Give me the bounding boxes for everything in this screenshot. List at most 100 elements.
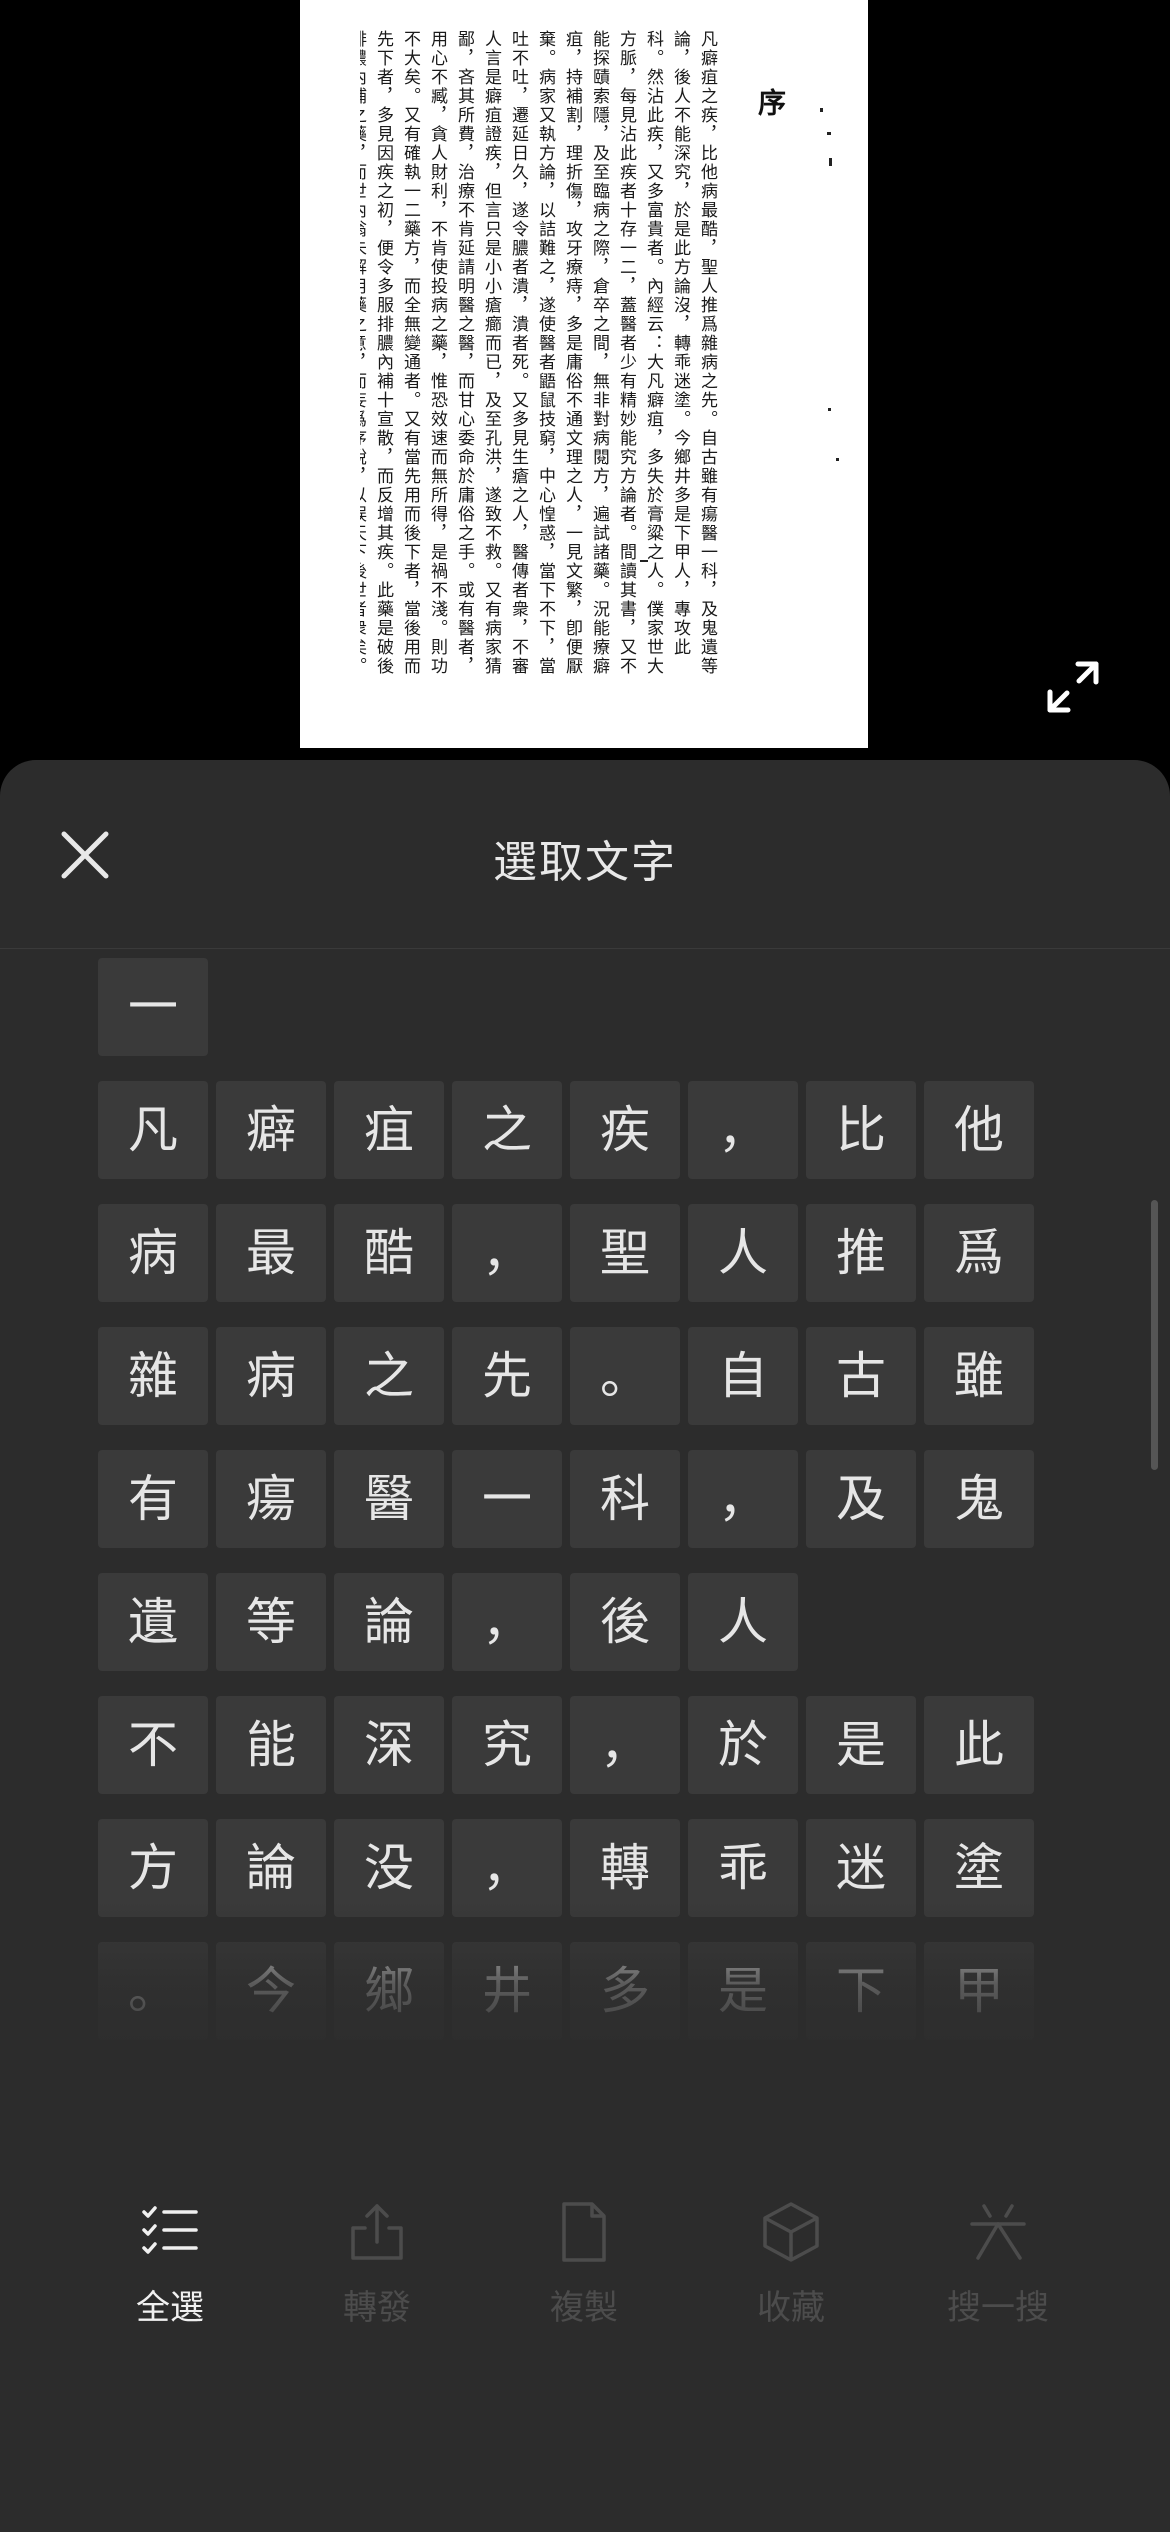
- character-cell[interactable]: 乖: [688, 1819, 798, 1917]
- document-page-image: 序 凡癖疽之疾，比他病最酷，聖人推爲雜病之先。自古雖有瘍醫一科，及鬼遺等論，後人…: [300, 0, 868, 748]
- sheet-title: 選取文字: [493, 837, 677, 888]
- character-cell[interactable]: 没: [334, 1819, 444, 1917]
- character-cell[interactable]: 古: [806, 1327, 916, 1425]
- select-text-sheet: 選取文字 一凡癖疽之疾，比他病最酷，聖人推爲雜病之先。自古雖有瘍醫一科，及鬼遺等…: [0, 760, 1170, 2532]
- character-cell[interactable]: 之: [334, 1327, 444, 1425]
- character-row: 不能深究，於是此: [98, 1696, 1088, 1794]
- image-preview[interactable]: 序 凡癖疽之疾，比他病最酷，聖人推爲雜病之先。自古雖有瘍醫一科，及鬼遺等論，後人…: [0, 0, 1170, 760]
- character-cell[interactable]: 。: [570, 1327, 680, 1425]
- character-row: 凡癖疽之疾，比他: [98, 1081, 1088, 1179]
- page-mark: [640, 560, 648, 562]
- character-cell[interactable]: 轉: [570, 1819, 680, 1917]
- character-cell[interactable]: 他: [924, 1081, 1034, 1179]
- character-cell[interactable]: 不: [98, 1696, 208, 1794]
- character-cell[interactable]: 遺: [98, 1573, 208, 1671]
- expand-icon[interactable]: [1044, 658, 1102, 716]
- character-cell[interactable]: 等: [216, 1573, 326, 1671]
- search-button[interactable]: 搜一搜: [898, 2200, 1098, 2390]
- character-cell[interactable]: 人: [688, 1204, 798, 1302]
- favorite-button[interactable]: 收藏: [691, 2200, 891, 2390]
- character-cell[interactable]: 凡: [98, 1081, 208, 1179]
- character-cell[interactable]: ，: [452, 1573, 562, 1671]
- character-cell[interactable]: 下: [806, 1942, 916, 2040]
- character-cell[interactable]: 方: [98, 1819, 208, 1917]
- character-cell[interactable]: ，: [452, 1819, 562, 1917]
- select-all-button[interactable]: 全選: [70, 2200, 270, 2390]
- character-cell[interactable]: 能: [216, 1696, 326, 1794]
- character-cell[interactable]: 最: [216, 1204, 326, 1302]
- character-cell[interactable]: ，: [688, 1081, 798, 1179]
- character-cell[interactable]: 聖: [570, 1204, 680, 1302]
- scrollbar[interactable]: [1151, 1200, 1158, 1470]
- character-cell[interactable]: 雜: [98, 1327, 208, 1425]
- action-bar: 全選 轉發 複製 收藏 搜一搜: [0, 2200, 1170, 2400]
- select-all-label: 全選: [136, 2288, 204, 2328]
- character-row: 有瘍醫一科，及鬼: [98, 1450, 1088, 1548]
- character-cell[interactable]: 後: [570, 1573, 680, 1671]
- character-cell[interactable]: ，: [452, 1204, 562, 1302]
- character-cell[interactable]: 甲: [924, 1942, 1034, 2040]
- character-row: 方論没，轉乖迷塗: [98, 1819, 1088, 1917]
- character-cell[interactable]: 論: [334, 1573, 444, 1671]
- character-cell[interactable]: 人: [688, 1573, 798, 1671]
- copy-button[interactable]: 複製: [484, 2200, 684, 2390]
- character-row: 遺等論，後人: [98, 1573, 1088, 1671]
- character-cell[interactable]: 井: [452, 1942, 562, 2040]
- character-cell[interactable]: 深: [334, 1696, 444, 1794]
- character-row: 一: [98, 958, 1088, 1056]
- document-body-text: 凡癖疽之疾，比他病最酷，聖人推爲雜病之先。自古雖有瘍醫一科，及鬼遺等論，後人不能…: [360, 30, 717, 676]
- select-all-icon: [142, 2206, 198, 2254]
- character-cell[interactable]: 鬼: [924, 1450, 1034, 1548]
- character-cell[interactable]: 一: [452, 1450, 562, 1548]
- share-icon: [351, 2204, 403, 2260]
- page-mark: [829, 158, 832, 166]
- character-cell[interactable]: 癖: [216, 1081, 326, 1179]
- character-cell[interactable]: 是: [806, 1696, 916, 1794]
- character-cell[interactable]: 病: [216, 1327, 326, 1425]
- character-cell[interactable]: 。: [98, 1942, 208, 2040]
- character-cell[interactable]: 是: [688, 1942, 798, 2040]
- character-cell[interactable]: 瘍: [216, 1450, 326, 1548]
- character-cell[interactable]: 自: [688, 1327, 798, 1425]
- character-cell[interactable]: 多: [570, 1942, 680, 2040]
- character-cell[interactable]: 於: [688, 1696, 798, 1794]
- character-cell[interactable]: 爲: [924, 1204, 1034, 1302]
- character-cell[interactable]: 一: [98, 958, 208, 1056]
- character-cell[interactable]: 雖: [924, 1327, 1034, 1425]
- page-mark: [820, 108, 823, 112]
- character-cell[interactable]: 疾: [570, 1081, 680, 1179]
- character-cell[interactable]: 有: [98, 1450, 208, 1548]
- character-cell[interactable]: 疽: [334, 1081, 444, 1179]
- character-cell[interactable]: 科: [570, 1450, 680, 1548]
- character-cell[interactable]: ，: [570, 1696, 680, 1794]
- sheet-header: 選取文字: [0, 760, 1170, 949]
- share-label: 轉發: [343, 2288, 411, 2328]
- character-cell[interactable]: 推: [806, 1204, 916, 1302]
- page-mark: [827, 132, 831, 135]
- favorite-icon: [763, 2202, 819, 2262]
- character-row: 雜病之先。自古雖: [98, 1327, 1088, 1425]
- character-cell[interactable]: 論: [216, 1819, 326, 1917]
- character-cell[interactable]: 病: [98, 1204, 208, 1302]
- page-mark: [836, 458, 839, 461]
- character-cell[interactable]: 醫: [334, 1450, 444, 1548]
- character-cell[interactable]: 塗: [924, 1819, 1034, 1917]
- character-cell[interactable]: 之: [452, 1081, 562, 1179]
- character-cell[interactable]: 迷: [806, 1819, 916, 1917]
- copy-icon: [562, 2202, 606, 2262]
- share-button[interactable]: 轉發: [277, 2200, 477, 2390]
- character-cell[interactable]: 酷: [334, 1204, 444, 1302]
- search-label: 搜一搜: [947, 2288, 1049, 2328]
- page-mark: [828, 408, 831, 411]
- character-cell[interactable]: 比: [806, 1081, 916, 1179]
- character-cell[interactable]: 究: [452, 1696, 562, 1794]
- character-cell[interactable]: 鄉: [334, 1942, 444, 2040]
- character-cell[interactable]: 先: [452, 1327, 562, 1425]
- search-icon: [970, 2204, 1026, 2260]
- character-row: 。今鄉井多是下甲: [98, 1942, 1088, 2040]
- character-cell[interactable]: ，: [688, 1450, 798, 1548]
- document-title: 序: [754, 88, 787, 116]
- character-cell[interactable]: 此: [924, 1696, 1034, 1794]
- character-cell[interactable]: 今: [216, 1942, 326, 2040]
- character-cell[interactable]: 及: [806, 1450, 916, 1548]
